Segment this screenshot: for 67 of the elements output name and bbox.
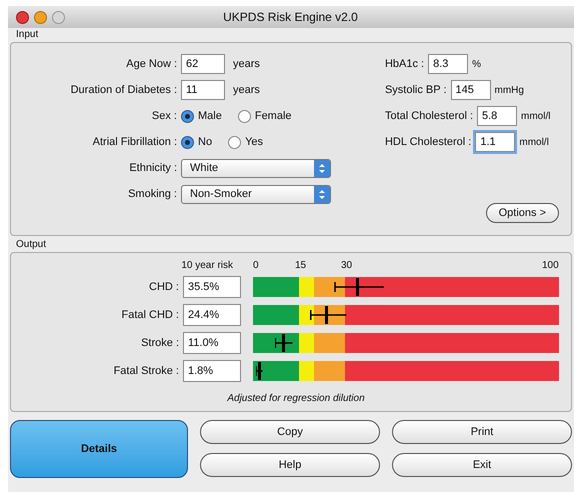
radio-button[interactable] xyxy=(238,110,251,122)
dropdown-arrows-icon xyxy=(314,186,330,202)
radio-button[interactable] xyxy=(181,136,194,148)
risk-value: 11.0% xyxy=(183,332,241,354)
push-button[interactable]: Help xyxy=(200,453,380,477)
push-button[interactable]: Options > xyxy=(486,203,559,223)
risk-marker xyxy=(282,334,286,352)
field-label: Total Cholesterol : xyxy=(384,108,474,124)
field-label: Sex : xyxy=(150,108,178,124)
radio-button[interactable] xyxy=(228,136,242,148)
note-text: Adjusted for regression dilution xyxy=(227,392,365,406)
risk-marker xyxy=(258,362,261,380)
scale-label: 0 xyxy=(253,259,259,273)
risk-marker xyxy=(324,306,328,324)
window-title: UKPDS Risk Engine v2.0 xyxy=(223,9,358,26)
group-title: Output xyxy=(15,238,46,252)
dropdown[interactable]: Non-Smoker xyxy=(181,184,331,204)
zoom-icon[interactable] xyxy=(52,10,65,24)
field-label: HDL Cholesterol : xyxy=(384,134,472,150)
risk-label: CHD : xyxy=(148,280,180,295)
close-icon[interactable] xyxy=(16,10,29,24)
field-label: Systolic BP : xyxy=(384,82,448,98)
radio-label: Female xyxy=(254,108,292,124)
dropdown-arrows-icon xyxy=(314,160,330,176)
field-label: HbA1c : xyxy=(384,56,426,72)
unit-label: mmol/l xyxy=(520,110,552,124)
input-field[interactable]: 8.3 xyxy=(428,54,468,74)
push-button[interactable]: Print xyxy=(392,420,572,444)
push-button[interactable]: Exit xyxy=(392,453,572,477)
input-field[interactable]: 62 xyxy=(181,54,225,74)
column-header: 10 year risk xyxy=(180,259,234,273)
unit-label: mmol/l xyxy=(518,136,550,150)
group-title: Input xyxy=(15,28,38,42)
unit-label: % xyxy=(471,58,482,72)
error-bar xyxy=(275,335,294,351)
input-field[interactable]: 11 xyxy=(181,80,225,100)
field-label: Ethnicity : xyxy=(128,160,178,176)
default-button[interactable]: Details xyxy=(10,420,188,478)
risk-label: Stroke : xyxy=(140,336,180,351)
dropdown[interactable]: White xyxy=(181,158,331,178)
unit-label: years xyxy=(233,82,260,98)
field-label: Smoking : xyxy=(127,186,178,202)
risk-value: 1.8% xyxy=(183,360,241,382)
risk-value: 35.5% xyxy=(183,276,241,298)
risk-value: 24.4% xyxy=(183,304,241,326)
risk-label: Fatal CHD : xyxy=(120,308,180,323)
scale-label: 30 xyxy=(341,259,352,273)
scale-label: 15 xyxy=(295,259,306,273)
field-label: Atrial Fibrillation : xyxy=(92,134,178,150)
risk-marker xyxy=(356,278,359,296)
field-label: Duration of Diabetes : xyxy=(70,82,178,98)
radio-label: Male xyxy=(198,108,222,124)
input-field[interactable]: 5.8 xyxy=(477,106,517,126)
radio-label: Yes xyxy=(245,134,264,150)
scale-label: 100 xyxy=(542,259,559,273)
radio-button[interactable] xyxy=(181,110,194,122)
risk-label: Fatal Stroke : xyxy=(112,364,180,379)
error-bar xyxy=(334,279,386,295)
unit-label: mmHg xyxy=(494,84,525,98)
minimize-icon[interactable] xyxy=(34,10,47,24)
error-bar xyxy=(310,307,347,323)
input-field[interactable]: 145 xyxy=(450,80,490,100)
field-label: Age Now : xyxy=(125,56,178,72)
input-field[interactable]: 1.1 xyxy=(475,132,516,152)
unit-label: years xyxy=(233,56,260,72)
radio-label: No xyxy=(198,134,212,150)
push-button[interactable]: Copy xyxy=(200,420,380,444)
